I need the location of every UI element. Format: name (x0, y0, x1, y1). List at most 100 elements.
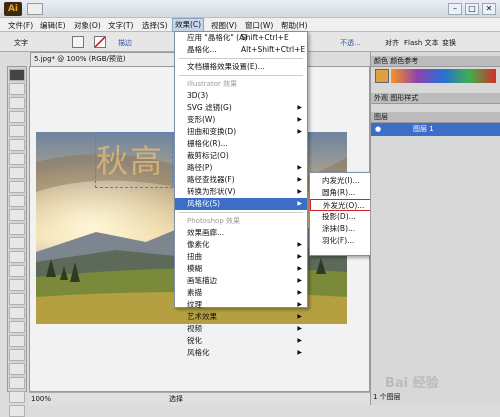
effect-item[interactable]: 扭曲 ▶ (175, 251, 307, 263)
effect-item[interactable]: 扭曲和变换(D) ▶ (175, 126, 307, 138)
symbol-sprayer-tool-icon[interactable] (9, 293, 25, 305)
submenu-arrow-icon: ▶ (297, 241, 302, 248)
effect-item-label: 风格化(S) (187, 199, 221, 208)
menu-window[interactable]: 窗口(W) (245, 20, 273, 31)
photoshop-effects-heading: Photoshop 效果 (187, 217, 241, 225)
effect-item-label: 扭曲和变换(D) (187, 127, 237, 136)
stroke-label[interactable]: 描边 (118, 38, 132, 48)
color-guide-strip[interactable] (391, 69, 496, 83)
tab-color[interactable]: 颜色 (374, 57, 388, 65)
lasso-tool-icon[interactable] (9, 111, 25, 123)
free-transform-tool-icon[interactable] (9, 279, 25, 291)
document-raster-settings-item[interactable]: 文档栅格效果设置(E)... (175, 61, 307, 73)
effect-item[interactable]: 画笔描边 ▶ (175, 275, 307, 287)
submenu-arrow-icon: ▶ (297, 265, 302, 272)
swatch[interactable] (375, 69, 389, 83)
eyedropper-tool-icon[interactable] (9, 349, 25, 361)
effect-item[interactable]: 风格化 ▶ (175, 347, 307, 359)
zoom-tool-icon[interactable] (9, 405, 25, 417)
graph-tool-icon[interactable] (9, 307, 25, 319)
menu-select[interactable]: 选择(S) (142, 20, 168, 31)
color-panel-tabs: 颜色 颜色参考 (371, 56, 500, 67)
flash-text-link[interactable]: Flash 文本 (404, 38, 439, 48)
pencil-tool-icon[interactable] (9, 195, 25, 207)
illustrator-effects-list: 3D(3) SVG 滤镜(G) ▶ 变形(W) ▶ 扭曲和变换(D) ▶ 栅格化(R)... 裁… (175, 90, 307, 210)
maximize-button[interactable]: □ (465, 3, 479, 15)
effect-item[interactable]: 素描 ▶ (175, 287, 307, 299)
selection-tool-icon[interactable] (9, 69, 25, 81)
opacity-link[interactable]: 不透... (340, 38, 361, 48)
menu-type[interactable]: 文字(T) (108, 20, 133, 31)
effect-item[interactable]: 变形(W) ▶ (175, 114, 307, 126)
direct-select-tool-icon[interactable] (9, 83, 25, 95)
gradient-tool-icon[interactable] (9, 335, 25, 347)
effect-item[interactable]: 纹理 ▶ (175, 299, 307, 311)
effect-item[interactable]: 路径(P) ▶ (175, 162, 307, 174)
selected-text-object[interactable]: 秋高 (95, 132, 173, 188)
effect-item[interactable]: 风格化(S) ▶ (175, 198, 307, 210)
effect-item[interactable]: 转换为形状(V) ▶ (175, 186, 307, 198)
effect-item[interactable]: 锐化 ▶ (175, 335, 307, 347)
illustrator-effects-heading: Illustrator 效果 (187, 80, 238, 88)
stroke-swatch[interactable] (94, 36, 106, 48)
effect-item[interactable]: 像素化 ▶ (175, 239, 307, 251)
close-button[interactable]: ✕ (482, 3, 496, 15)
line-tool-icon[interactable] (9, 153, 25, 165)
blend-tool-icon[interactable] (9, 363, 25, 375)
menu-view[interactable]: 视图(V) (211, 20, 237, 31)
rotate-tool-icon[interactable] (9, 237, 25, 249)
transform-link[interactable]: 变换 (442, 38, 456, 48)
apply-last-effect-item[interactable]: 应用 "晶格化" (A) Shift+Ctrl+E (175, 32, 307, 44)
menu-file[interactable]: 文件(F) (8, 20, 33, 31)
document-tab[interactable]: 5.jpg* @ 100% (RGB/预览) (30, 52, 180, 66)
submenu-arrow-icon: ▶ (297, 337, 302, 344)
effect-item[interactable]: 模糊 ▶ (175, 263, 307, 275)
effect-item[interactable]: 效果画廊... (175, 227, 307, 239)
hand-tool-icon[interactable] (9, 391, 25, 403)
tab-appearance[interactable]: 外观 (374, 94, 388, 102)
menu-help[interactable]: 帮助(H) (281, 20, 308, 31)
submenu-arrow-icon: ▶ (297, 277, 302, 284)
effect-item-label: 艺术效果 (187, 312, 217, 321)
align-link[interactable]: 对齐 (385, 38, 399, 48)
mesh-tool-icon[interactable] (9, 321, 25, 333)
effect-item-label: 模糊 (187, 264, 202, 273)
layer-row[interactable]: ● 图层 1 (371, 123, 500, 136)
tab-color-guide[interactable]: 颜色参考 (390, 57, 418, 65)
menu-effect[interactable]: 效果(C) (172, 18, 205, 32)
effect-item-label: 栅格化(R)... (187, 139, 228, 148)
paintbrush-tool-icon[interactable] (9, 181, 25, 193)
menu-edit[interactable]: 编辑(E) (40, 20, 66, 31)
layer-name[interactable]: 图层 1 (413, 125, 434, 133)
effect-item[interactable]: 裁剪标记(O) (175, 150, 307, 162)
effect-item[interactable]: 艺术效果 ▶ (175, 311, 307, 323)
menu-separator (179, 212, 303, 213)
zoom-level[interactable]: 100% (31, 393, 51, 405)
effect-item[interactable]: 3D(3) (175, 90, 307, 102)
color-swatches (375, 69, 496, 91)
effect-item[interactable]: 路径查找器(F) ▶ (175, 174, 307, 186)
effect-item[interactable]: SVG 滤镜(G) ▶ (175, 102, 307, 114)
bridge-icon[interactable] (27, 3, 43, 15)
layers-panel-tab[interactable]: 图层 (371, 112, 500, 123)
minimize-button[interactable]: – (448, 3, 462, 15)
last-effect-item[interactable]: 晶格化... Alt+Shift+Ctrl+E (175, 44, 307, 56)
type-tool-icon[interactable] (9, 139, 25, 151)
effect-item[interactable]: 栅格化(R)... (175, 138, 307, 150)
effect-item-label: 扭曲 (187, 252, 202, 261)
rectangle-tool-icon[interactable] (9, 167, 25, 179)
magic-wand-tool-icon[interactable] (9, 97, 25, 109)
blob-brush-tool-icon[interactable] (9, 209, 25, 221)
pen-tool-icon[interactable] (9, 125, 25, 137)
eraser-tool-icon[interactable] (9, 223, 25, 235)
scale-tool-icon[interactable] (9, 251, 25, 263)
effect-item[interactable]: 视频 ▶ (175, 323, 307, 335)
scissors-tool-icon[interactable] (9, 377, 25, 389)
fill-swatch[interactable] (72, 36, 84, 48)
eye-icon[interactable]: ● (375, 123, 381, 136)
tab-graphic-styles[interactable]: 图形样式 (390, 94, 418, 102)
menu-object[interactable]: 对象(O) (74, 20, 101, 31)
effect-item-label: 素描 (187, 288, 202, 297)
warp-tool-icon[interactable] (9, 265, 25, 277)
layer-count: 1 个图层 (373, 393, 401, 401)
